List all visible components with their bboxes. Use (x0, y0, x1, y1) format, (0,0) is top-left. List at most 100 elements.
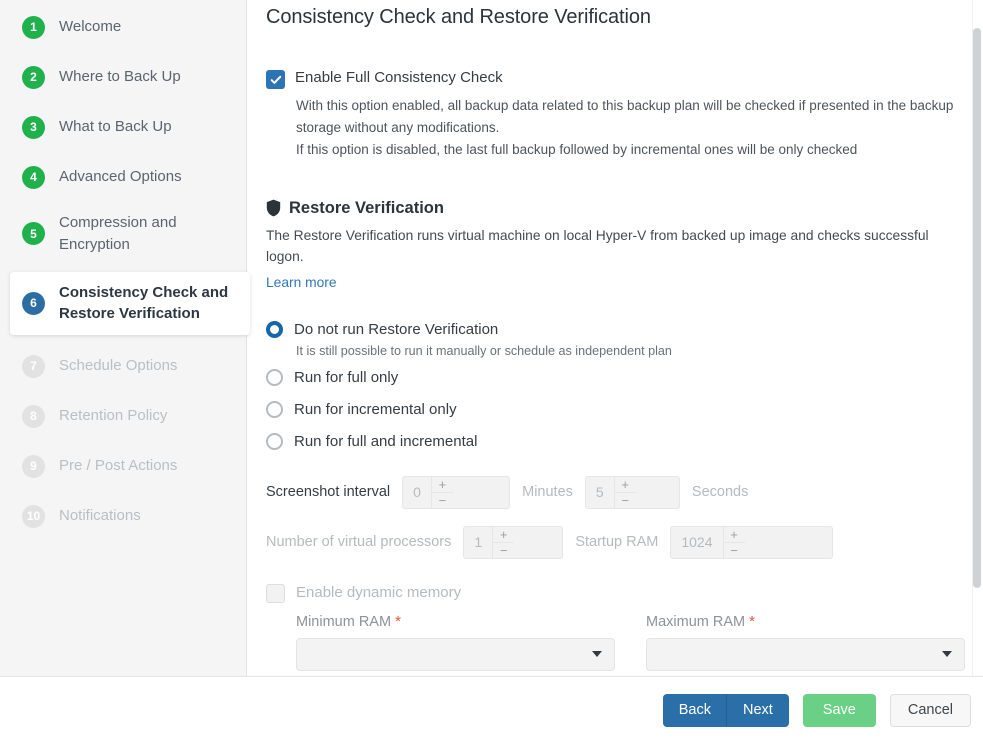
sidebar-step-what-to-back-up[interactable]: 3 What to Back Up (0, 102, 246, 152)
step-number-badge: 10 (22, 504, 45, 528)
sidebar-step-advanced-options[interactable]: 4 Advanced Options (0, 152, 246, 202)
maximum-ram-label-text: Maximum RAM (646, 613, 746, 630)
sidebar-step-pre-post-actions: 9 Pre / Post Actions (0, 441, 246, 491)
enable-dynamic-memory-checkbox (266, 583, 285, 603)
step-number-badge: 9 (22, 454, 45, 478)
stepper-decrement-button[interactable]: − (493, 543, 514, 558)
screenshot-interval-seconds-stepper[interactable]: 5 + − (584, 475, 680, 509)
radio-run-for-full-and-incremental[interactable]: Run for full and incremental (266, 426, 965, 458)
step-number-badge: 6 (22, 291, 45, 315)
step-label: Compression and Encryption (59, 214, 177, 253)
virtual-processors-value[interactable]: 1 (464, 527, 492, 558)
shield-icon (266, 199, 281, 217)
wizard-content-panel: Consistency Check and Restore Verificati… (247, 0, 983, 676)
step-number-badge: 8 (22, 404, 45, 428)
stepper-increment-button[interactable]: + (493, 527, 515, 543)
restore-verification-radio-group: Do not run Restore Verification It is st… (266, 314, 965, 458)
startup-ram-stepper[interactable]: 1024 + − (670, 525, 834, 559)
consistency-description-line-2: If this option is disabled, the last ful… (296, 141, 858, 157)
backup-plan-wizard: 1 Welcome 2 Where to Back Up 3 What to B… (0, 0, 983, 743)
step-number-badge: 5 (22, 222, 45, 246)
stepper-increment-button[interactable]: + (723, 527, 745, 543)
stepper-buttons: + − (492, 526, 515, 558)
navigation-button-group: Back Next (662, 693, 789, 727)
step-number-badge: 1 (22, 15, 45, 39)
radio-label: Run for full only (294, 369, 399, 387)
step-number-badge: 4 (22, 165, 45, 189)
required-asterisk: * (749, 612, 755, 630)
stepper-increment-button[interactable]: + (614, 477, 636, 493)
save-button[interactable]: Save (802, 693, 876, 727)
screenshot-interval-minutes-value[interactable]: 0 (403, 477, 431, 508)
stepper-buttons: + − (613, 476, 636, 508)
sidebar-step-compression-and-encryption[interactable]: 5 Compression and Encryption (0, 202, 246, 266)
radio-label: Run for full and incremental (294, 433, 478, 451)
required-asterisk: * (395, 612, 401, 630)
enable-dynamic-memory-label: Enable dynamic memory (296, 584, 462, 602)
checkmark-icon (270, 75, 281, 84)
radio-button-icon[interactable] (266, 433, 283, 451)
stepper-buttons: + − (430, 476, 453, 508)
radio-label: Run for incremental only (294, 401, 457, 419)
sidebar-step-retention-policy: 8 Retention Policy (0, 391, 246, 441)
sidebar-step-where-to-back-up[interactable]: 2 Where to Back Up (0, 52, 246, 102)
radio-label: Do not run Restore Verification (294, 321, 499, 339)
enable-full-consistency-check-label: Enable Full Consistency Check (295, 69, 503, 86)
step-label: Consistency Check and Restore Verificati… (59, 283, 229, 323)
wizard-body: 1 Welcome 2 Where to Back Up 3 What to B… (0, 0, 983, 676)
radio-run-for-incremental-only[interactable]: Run for incremental only (266, 394, 965, 426)
minimum-ram-field: Minimum RAM * (296, 613, 615, 671)
radio-button-icon[interactable] (266, 369, 283, 387)
back-button[interactable]: Back (662, 693, 727, 727)
stepper-buttons: + − (722, 526, 745, 558)
restore-verification-title: Restore Verification (289, 198, 444, 217)
step-number-badge: 3 (22, 115, 45, 139)
wizard-footer: Back Next Save Cancel (0, 676, 983, 743)
next-button[interactable]: Next (726, 693, 789, 727)
step-label: Notifications (59, 507, 141, 525)
radio-button-icon[interactable] (266, 401, 283, 419)
maximum-ram-dropdown (646, 637, 965, 671)
page-title: Consistency Check and Restore Verificati… (266, 6, 651, 28)
restore-verification-header: Restore Verification (266, 199, 965, 218)
step-label: Where to Back Up (59, 68, 181, 86)
sidebar-step-schedule-options: 7 Schedule Options (0, 341, 246, 391)
virtual-processors-stepper[interactable]: 1 + − (463, 525, 564, 559)
minimum-ram-label: Minimum RAM * (296, 613, 615, 630)
consistency-description-line-1: With this option enabled, all backup dat… (296, 98, 954, 135)
cancel-button[interactable]: Cancel (889, 693, 971, 727)
content-scrollbar-thumb[interactable] (973, 28, 981, 588)
stepper-decrement-button[interactable]: − (615, 493, 636, 508)
stepper-increment-button[interactable]: + (431, 477, 453, 493)
enable-dynamic-memory-row: Enable dynamic memory (266, 583, 965, 603)
step-label: Schedule Options (59, 357, 178, 375)
startup-ram-value[interactable]: 1024 (671, 527, 722, 558)
enable-full-consistency-check-checkbox[interactable] (266, 70, 285, 89)
step-label: What to Back Up (59, 118, 172, 136)
restore-verification-description: The Restore Verification runs virtual ma… (266, 227, 929, 264)
step-label: Welcome (59, 18, 122, 36)
stepper-decrement-button[interactable]: − (432, 493, 453, 508)
screenshot-interval-minutes-stepper[interactable]: 0 + − (402, 475, 511, 509)
learn-more-link[interactable]: Learn more (266, 275, 337, 290)
radio-do-not-run-restore-verification[interactable]: Do not run Restore Verification (266, 314, 965, 346)
chevron-down-icon (942, 651, 952, 658)
step-number-badge: 7 (22, 354, 45, 378)
maximum-ram-label: Maximum RAM * (646, 613, 965, 630)
virtual-processors-label: Number of virtual processors (266, 534, 452, 551)
sidebar-step-welcome[interactable]: 1 Welcome (0, 2, 246, 52)
screenshot-interval-seconds-value[interactable]: 5 (586, 477, 614, 508)
minutes-unit-label: Minutes (522, 484, 573, 501)
step-label: Pre / Post Actions (59, 457, 178, 475)
stepper-decrement-button[interactable]: − (724, 543, 745, 558)
radio-button-selected-icon[interactable] (266, 321, 283, 339)
enable-full-consistency-check-row[interactable]: Enable Full Consistency Check (266, 69, 965, 89)
ram-fields-grid: Minimum RAM * Maximum RAM * (296, 613, 965, 671)
radio-run-for-full-only[interactable]: Run for full only (266, 362, 965, 394)
chevron-down-icon (592, 651, 602, 658)
minimum-ram-dropdown (296, 637, 615, 671)
wizard-steps-sidebar: 1 Welcome 2 Where to Back Up 3 What to B… (0, 0, 250, 676)
step-label: Retention Policy (59, 407, 168, 425)
seconds-unit-label: Seconds (691, 484, 749, 501)
sidebar-step-consistency-check-and-restore-verification[interactable]: 6 Consistency Check and Restore Verifica… (10, 271, 250, 335)
